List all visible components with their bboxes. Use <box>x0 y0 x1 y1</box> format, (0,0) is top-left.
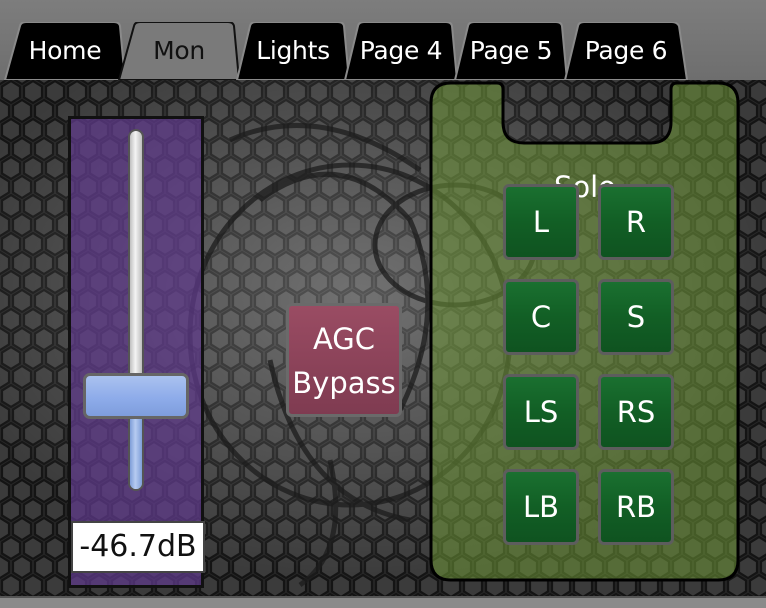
agc-bypass-button[interactable]: AGC Bypass <box>286 303 402 417</box>
bottom-bar <box>0 596 766 608</box>
solo-button-c[interactable]: C <box>503 279 579 355</box>
tab-bar: Home Mon Lights Page 4 Page 5 Page 6 <box>0 0 766 80</box>
fader-level-readout: -46.7dB <box>71 521 205 573</box>
tab-page-5[interactable]: Page 5 <box>454 22 568 80</box>
fader-thumb[interactable] <box>83 373 189 420</box>
agc-bypass-label-line1: AGC <box>312 322 376 356</box>
solo-button-s[interactable]: S <box>598 279 674 355</box>
tab-label: Home <box>28 36 102 65</box>
solo-button-lb[interactable]: LB <box>503 469 579 545</box>
tab-label: Mon <box>153 36 205 65</box>
tab-label: Page 6 <box>584 36 668 65</box>
solo-button-r[interactable]: R <box>598 184 674 260</box>
solo-button-ls[interactable]: LS <box>503 374 579 450</box>
tab-mon[interactable]: Mon <box>118 22 240 80</box>
tab-page-4[interactable]: Page 4 <box>344 22 458 80</box>
agc-bypass-label-line2: Bypass <box>292 366 396 400</box>
fader-track[interactable] <box>128 129 144 491</box>
solo-button-rb[interactable]: RB <box>598 469 674 545</box>
tab-label: Page 4 <box>359 36 443 65</box>
solo-button-rs[interactable]: RS <box>598 374 674 450</box>
tab-lights[interactable]: Lights <box>236 22 350 80</box>
solo-group-frame <box>429 81 740 582</box>
volume-fader: -46.7dB <box>68 116 205 588</box>
tab-label: Page 5 <box>469 36 553 65</box>
monitor-panel: -46.7dB AGC Bypass Solo L R C S LS RS LB… <box>0 80 766 596</box>
solo-button-l[interactable]: L <box>503 184 579 260</box>
tab-label: Lights <box>256 36 330 65</box>
tab-home[interactable]: Home <box>4 22 126 80</box>
tab-page-6[interactable]: Page 6 <box>564 22 688 80</box>
